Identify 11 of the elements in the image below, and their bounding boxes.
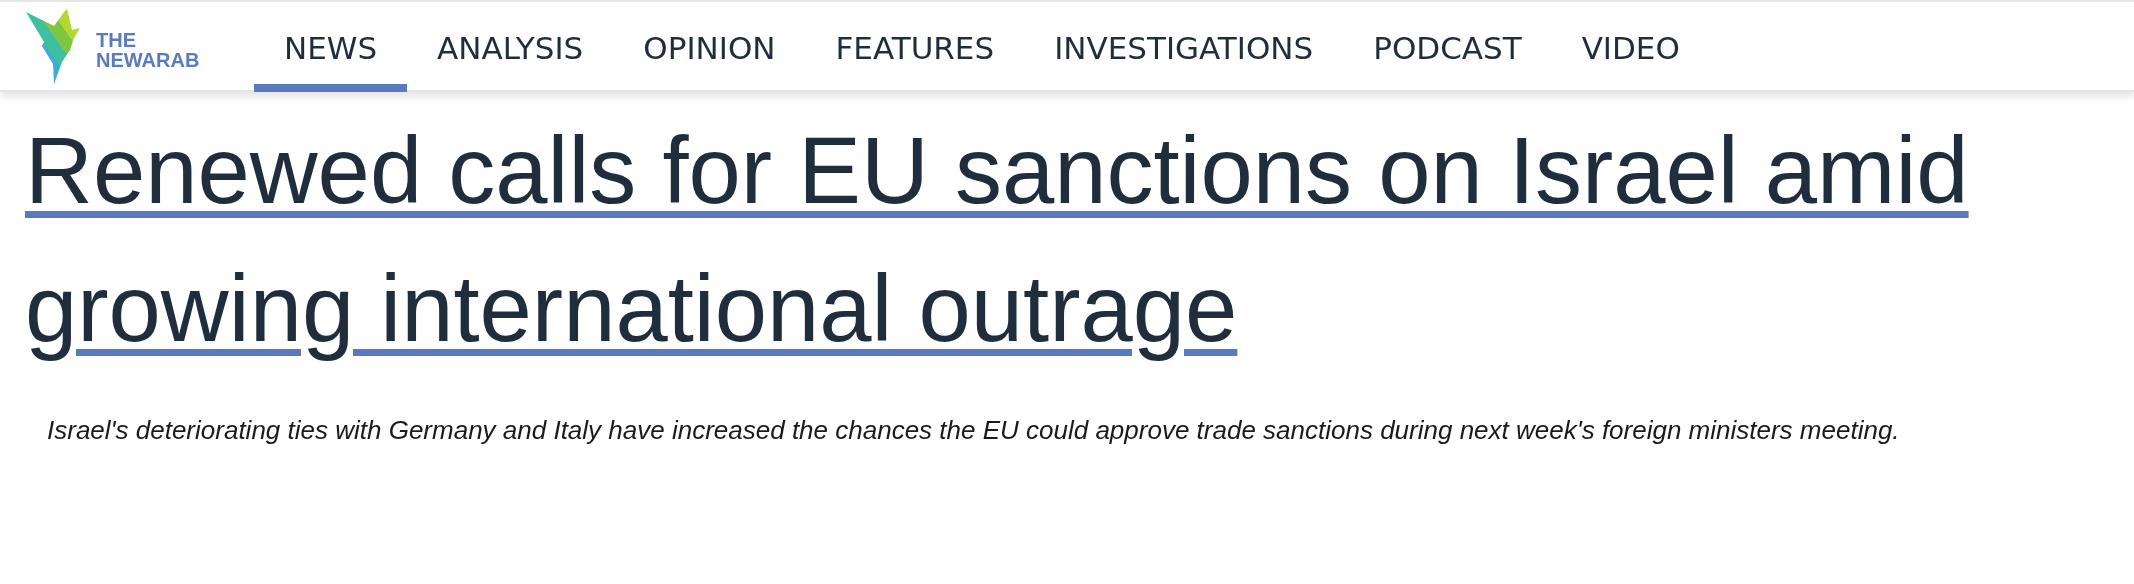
logo-text: THE <box>96 30 137 50</box>
nav-link[interactable]: INVESTIGATIONS <box>1024 4 1344 92</box>
nav-link[interactable]: OPINION <box>613 4 806 92</box>
nav-link[interactable]: ANALYSIS <box>407 4 614 92</box>
nav-link[interactable]: NEWS <box>254 4 408 92</box>
nav-link[interactable]: PODCAST <box>1343 4 1552 92</box>
nav-link[interactable]: VIDEO <box>1551 4 1710 92</box>
logo-text: NEWARAB <box>96 50 200 70</box>
article-summary: Israel's deteriorating ties with Germany and Italy have increased the chances the EU could approve trade sanctions during next week's foreign ministers meeting. <box>47 414 1901 447</box>
nav-link[interactable]: FEATURES <box>805 4 1025 92</box>
headline: Renewed calls for EU sanctions on Israel amid growing international outrage <box>25 117 1970 363</box>
